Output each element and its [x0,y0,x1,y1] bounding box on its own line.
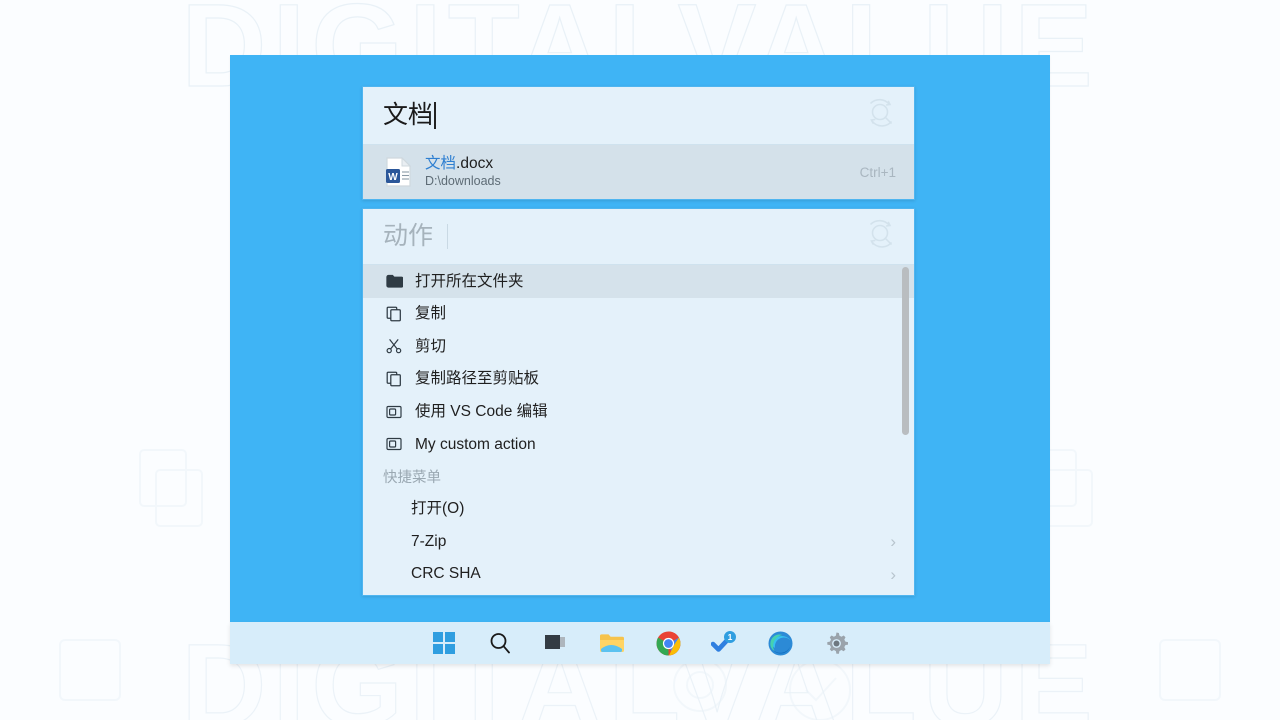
search-input[interactable]: 文档 [383,102,864,129]
action-label: 复制路径至剪贴板 [415,371,539,387]
menu-item-label: 7-Zip [411,534,890,550]
menu-item-label: 打开(O) [411,501,896,517]
search-result-row[interactable]: W 文档.docx D:\downloads Ctrl+1 [363,145,914,199]
search-result-shortcut: Ctrl+1 [860,165,896,180]
action-label: 使用 VS Code 编辑 [415,404,548,420]
todo-badge-count: 1 [728,632,733,642]
search-refresh-icon[interactable] [864,96,898,135]
submenu-chevron-icon: › [890,533,896,550]
action-item-copy[interactable]: 复制 [363,298,914,331]
search-refresh-icon[interactable] [864,217,898,256]
task-view-icon[interactable] [541,628,571,658]
text-caret [434,102,436,129]
context-menu-group-label: 快捷菜单 [363,461,914,493]
windows-start-icon[interactable] [429,628,459,658]
edge-icon[interactable] [765,628,795,658]
chrome-icon[interactable] [653,628,683,658]
actions-panel: 动作 打开所在文 [362,208,915,596]
scissors-icon [383,337,405,355]
vscode-icon [383,403,405,421]
svg-text:W: W [388,172,398,183]
search-result-title-rest: .docx [456,155,493,172]
menu-item-crc-sha[interactable]: CRC SHA › [363,558,914,591]
search-query-text: 文档 [383,103,433,128]
action-label: 打开所在文件夹 [415,274,524,290]
actions-header-row[interactable]: 动作 [363,209,914,265]
scrollbar-thumb[interactable] [902,267,909,435]
vscode-icon [383,435,405,453]
action-item-my-custom-action[interactable]: My custom action [363,428,914,461]
search-result-title: 文档.docx [425,155,860,173]
menu-item-open[interactable]: 打开(O) [363,493,914,526]
actions-scrollbar[interactable] [901,265,912,594]
search-result-texts: 文档.docx D:\downloads [425,155,860,189]
search-result-title-highlight: 文档 [425,155,456,172]
copy-icon [383,305,405,323]
folder-icon [383,272,405,290]
action-label: 剪切 [415,339,446,355]
search-panel: 文档 W [362,86,915,200]
search-icon[interactable] [485,628,515,658]
settings-gear-icon[interactable] [821,628,851,658]
word-docx-icon: W [385,157,411,187]
search-result-path: D:\downloads [425,174,860,189]
copy-icon [383,370,405,388]
menu-item-label: CRC SHA [411,566,890,582]
actions-header-label: 动作 [383,224,448,249]
file-explorer-icon[interactable] [597,628,627,658]
menu-item-7zip[interactable]: 7-Zip › [363,525,914,558]
screen-root: DIGITALVALUE DIGITALVALUE 文档 [0,0,1280,720]
action-item-vscode-edit[interactable]: 使用 VS Code 编辑 [363,395,914,428]
action-label: My custom action [415,437,536,453]
action-item-cut[interactable]: 剪切 [363,330,914,363]
todo-check-icon[interactable]: 1 [709,628,739,658]
action-item-open-folder[interactable]: 打开所在文件夹 [363,265,914,298]
taskbar: 1 [230,622,1050,664]
actions-list: 打开所在文件夹 复制 [363,265,914,594]
search-input-row[interactable]: 文档 [363,87,914,145]
submenu-chevron-icon: › [890,566,896,583]
action-label: 复制 [415,306,446,322]
action-item-copy-path[interactable]: 复制路径至剪贴板 [363,363,914,396]
